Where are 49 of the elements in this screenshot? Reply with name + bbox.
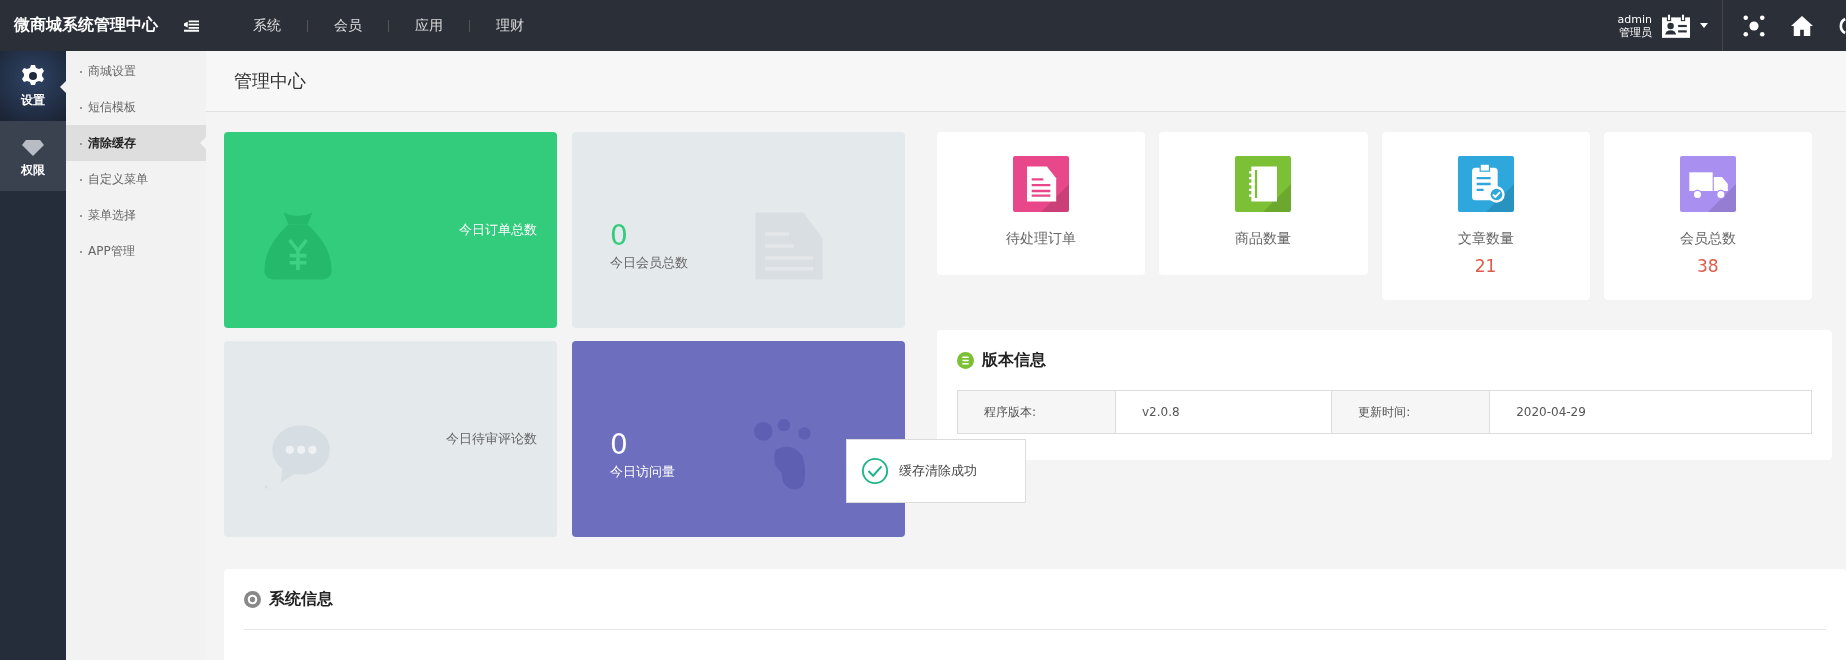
submenu-item[interactable]: 自定义菜单 <box>66 161 206 197</box>
stat-label: 待处理订单 <box>1006 230 1077 248</box>
submenu-item[interactable]: 清除缓存 <box>66 125 206 161</box>
stat-label: 今日待审评论数 <box>446 430 537 448</box>
network-icon[interactable] <box>1743 14 1765 37</box>
contact-card-icon[interactable] <box>1662 13 1690 38</box>
caret-icon[interactable] <box>1700 23 1708 28</box>
truck-icon <box>1679 156 1736 212</box>
nav-link[interactable]: 会员 <box>308 16 388 35</box>
panel-title: 版本信息 <box>982 349 1046 371</box>
stat-card[interactable]: 商品数量 <box>1159 132 1368 275</box>
table-cell: 程序版本: <box>957 390 1116 434</box>
submenu-item[interactable]: APP管理 <box>66 233 206 269</box>
stat-value: 21 <box>1474 256 1497 276</box>
module-tab[interactable]: 权限 <box>0 121 66 191</box>
stat-label: 今日访问量 <box>610 463 675 481</box>
stat-label: 文章数量 <box>1457 230 1514 248</box>
user-role: 管理员 <box>1619 25 1652 39</box>
panel-title: 系统信息 <box>269 588 333 610</box>
nav-link[interactable]: 应用 <box>389 16 469 35</box>
toast-text: 缓存清除成功 <box>899 462 977 480</box>
clipboard-check-icon <box>1457 156 1514 212</box>
stat-card[interactable]: 待处理订单 <box>937 132 1146 275</box>
submenu-item[interactable]: 商城设置 <box>66 53 206 89</box>
nav-link[interactable]: 系统 <box>227 16 307 35</box>
check-circle-icon <box>861 457 889 485</box>
table-cell: 更新时间: <box>1331 390 1490 434</box>
stat-value: 0 <box>610 218 629 254</box>
menu-icon[interactable] <box>184 19 199 32</box>
user-name: admin <box>1617 12 1652 26</box>
submenu-item[interactable]: 短信模板 <box>66 89 206 125</box>
stat-value: 38 <box>1697 256 1719 276</box>
stat-label: 今日订单总数 <box>459 221 537 239</box>
submenu-item[interactable]: 菜单选择 <box>66 197 206 233</box>
table-cell: 2020-04-29 <box>1489 390 1812 434</box>
stat-card[interactable]: 会员总数 38 <box>1603 132 1812 300</box>
stat-card[interactable]: 文章数量 21 <box>1381 132 1590 300</box>
stat-label: 商品数量 <box>1235 230 1292 248</box>
nav-link[interactable]: 理财 <box>470 16 550 35</box>
stat-value: 0 <box>610 427 629 463</box>
home-icon[interactable] <box>1791 14 1813 37</box>
page-title: 管理中心 <box>234 69 306 93</box>
module-tab[interactable]: 设置 <box>0 51 66 121</box>
app-title: 微商城系统管理中心 <box>14 15 159 36</box>
money-bag-icon <box>262 210 334 282</box>
stat-label: 会员总数 <box>1679 230 1736 248</box>
notebook-icon <box>1235 156 1292 212</box>
stat-label: 今日会员总数 <box>610 254 688 272</box>
table-cell: v2.0.8 <box>1115 390 1332 434</box>
